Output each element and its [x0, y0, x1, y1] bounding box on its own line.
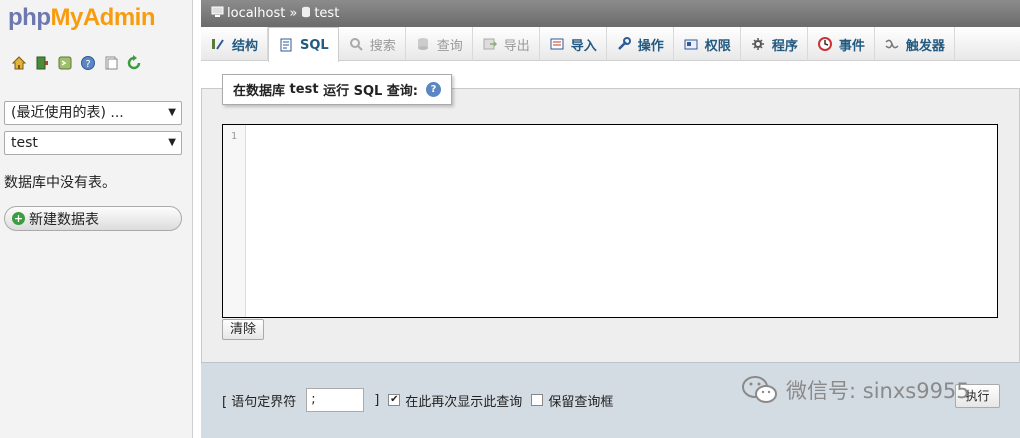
options-row: [ 语句定界符 ; ] ✔ 在此再次显示此查询 保留查询框 [222, 388, 613, 412]
recent-tables-select[interactable]: (最近使用的表) ... ▼ [4, 101, 182, 125]
tab-query[interactable]: 查询 [406, 27, 473, 61]
show-again-checkbox[interactable]: ✔ [388, 394, 401, 406]
database-select[interactable]: test ▼ [4, 131, 182, 155]
triggers-icon [884, 36, 900, 52]
new-table-label: 新建数据表 [29, 211, 99, 228]
logo-php-text: php [8, 4, 51, 31]
logo-my-text: My [50, 4, 83, 31]
console-icon[interactable] [56, 54, 74, 72]
help-icon[interactable]: ? [79, 54, 97, 72]
database-tabs: 结构 SQL 搜索 查询 导出 导入 操作 权限 程序 事件 触发器 [201, 27, 1020, 62]
privileges-icon [683, 36, 699, 52]
routines-icon [750, 36, 766, 52]
query-icon [415, 36, 431, 52]
no-tables-message: 数据库中没有表。 [4, 175, 116, 191]
server-icon [211, 6, 224, 21]
help-icon[interactable]: ? [426, 82, 442, 97]
line-number: 1 [230, 131, 238, 142]
delimiter-input[interactable]: ; [306, 388, 365, 412]
breadcrumb-separator: » [289, 6, 298, 21]
tab-routines[interactable]: 程序 [741, 27, 808, 61]
tab-label: 搜索 [369, 38, 396, 54]
database-icon [301, 6, 311, 21]
breadcrumb-server[interactable]: localhost [227, 6, 285, 21]
sql-icon [278, 37, 294, 53]
line-number-gutter: 1 [223, 125, 246, 317]
tab-search[interactable]: 搜索 [339, 27, 406, 61]
keep-box-label[interactable]: 保留查询框 [548, 391, 613, 410]
new-table-button[interactable]: + 新建数据表 [4, 206, 182, 231]
logo-admin-text: Admin [82, 4, 156, 31]
clear-button[interactable]: 清除 [222, 319, 264, 340]
delimiter-close-bracket: ] [374, 392, 380, 408]
chevron-down-icon: ▼ [168, 137, 176, 148]
legend-suffix: 运行 SQL 查询: [323, 84, 419, 99]
wechat-logo-icon [742, 376, 777, 403]
tab-label: 程序 [771, 38, 798, 54]
breadcrumb-database[interactable]: test [314, 6, 339, 21]
tab-operations[interactable]: 操作 [607, 27, 674, 61]
tab-label: 触发器 [905, 38, 945, 54]
sql-query-legend: 在数据库 test 运行 SQL 查询: ? [222, 74, 453, 105]
tab-label: 事件 [838, 38, 865, 54]
recent-tables-value: (最近使用的表) ... [11, 105, 124, 121]
tab-label: 操作 [637, 38, 664, 54]
tab-import[interactable]: 导入 [540, 27, 607, 61]
watermark-text: 微信号: sinxs9955 [786, 379, 970, 403]
tab-triggers[interactable]: 触发器 [875, 27, 955, 61]
events-icon [817, 36, 833, 52]
tab-sql[interactable]: SQL [268, 27, 339, 62]
show-again-label[interactable]: 在此再次显示此查询 [405, 391, 522, 410]
add-icon: + [12, 212, 25, 225]
tab-label: SQL [300, 37, 329, 53]
docs-icon[interactable] [102, 54, 120, 72]
legend-prefix: 在数据库 [233, 84, 286, 99]
structure-icon [210, 36, 226, 52]
tab-label: 导入 [570, 38, 597, 54]
wechat-watermark: 微信号: sinxs9955 [740, 373, 970, 407]
tab-privileges[interactable]: 权限 [674, 27, 741, 61]
tab-label: 查询 [436, 38, 463, 54]
keep-box-checkbox[interactable] [531, 394, 544, 406]
sidebar-icon-toolbar: ? [10, 54, 143, 72]
tab-structure[interactable]: 结构 [201, 27, 269, 61]
wrench-icon [616, 36, 632, 52]
tab-export[interactable]: 导出 [473, 27, 540, 61]
tab-label: 结构 [232, 38, 259, 54]
tab-label: 权限 [704, 38, 731, 54]
tab-events[interactable]: 事件 [808, 27, 875, 61]
export-icon [482, 36, 498, 52]
search-icon [348, 36, 364, 52]
svg-text:?: ? [85, 59, 90, 70]
phpmyadmin-logo[interactable]: phpMyAdmin [8, 4, 156, 32]
sql-editor[interactable]: 1 [222, 124, 998, 318]
tab-label: 导出 [503, 38, 530, 54]
exit-icon[interactable] [33, 54, 51, 72]
home-icon[interactable] [10, 54, 28, 72]
breadcrumb: localhost » test [201, 0, 1020, 27]
database-select-value: test [11, 135, 38, 151]
legend-database[interactable]: test [290, 82, 319, 97]
chevron-down-icon: ▼ [168, 107, 176, 118]
delimiter-label: [ 语句定界符 [222, 394, 297, 410]
import-icon [549, 36, 565, 52]
reload-icon[interactable] [125, 54, 143, 72]
navigation-sidebar: phpMyAdmin ? (最近使用的表) ... ▼ test ▼ 数据库中没… [0, 0, 193, 438]
